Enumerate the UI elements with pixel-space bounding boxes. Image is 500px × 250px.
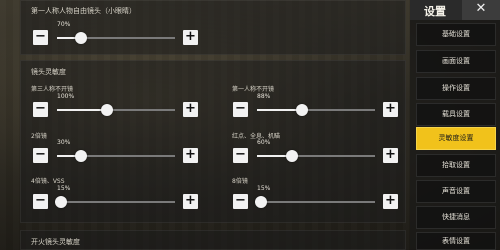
decrease-button[interactable]: − xyxy=(33,148,48,163)
slider-track[interactable] xyxy=(57,150,175,162)
sidebar-item-sensitivity[interactable]: 灵敏度设置 xyxy=(416,127,496,150)
settings-title: 设置 xyxy=(424,5,446,18)
free-look-panel: 第一人称人物自由镜头（小眼睛） − 70% + xyxy=(20,0,406,55)
slider-fill xyxy=(57,109,107,111)
row-label-red-dot: 红点、全息、机瞄 xyxy=(232,133,281,140)
sidebar-item-quick-messages[interactable]: 快捷消息 xyxy=(416,206,496,229)
increase-button[interactable]: + xyxy=(183,30,198,45)
slider-value: 70% xyxy=(57,21,71,28)
4x-scope-slider[interactable]: − 15% + xyxy=(33,185,201,212)
slider-value: 15% xyxy=(257,185,271,192)
slider-handle[interactable] xyxy=(74,32,87,44)
slider-handle[interactable] xyxy=(295,104,308,116)
sidebar-item-basic[interactable]: 基础设置 xyxy=(416,23,496,46)
slider-handle[interactable] xyxy=(100,104,113,116)
slider-handle[interactable] xyxy=(286,150,299,162)
increase-button[interactable]: + xyxy=(383,148,398,163)
increase-button[interactable]: + xyxy=(383,194,398,209)
decrease-button[interactable]: − xyxy=(33,30,48,45)
increase-button[interactable]: + xyxy=(383,102,398,117)
fire-sensitivity-panel: 开火镜头灵敏度 xyxy=(20,230,406,250)
slider-value: 30% xyxy=(57,139,71,146)
row-label-2x-scope: 2倍镜 xyxy=(31,133,47,140)
third-person-slider[interactable]: − 100% + xyxy=(33,93,201,120)
increase-button[interactable]: + xyxy=(183,194,198,209)
decrease-button[interactable]: − xyxy=(233,102,248,117)
slider-track[interactable] xyxy=(257,104,375,116)
decrease-button[interactable]: − xyxy=(33,194,48,209)
slider-value: 100% xyxy=(57,93,75,100)
slider-track[interactable] xyxy=(257,150,375,162)
slider-value: 15% xyxy=(57,185,71,192)
slider-track[interactable] xyxy=(254,196,375,208)
slider-handle[interactable] xyxy=(54,196,67,208)
sidebar-item-graphics[interactable]: 画面设置 xyxy=(416,50,496,73)
camera-sensitivity-title: 镜头灵敏度 xyxy=(31,68,66,76)
slider-value: 88% xyxy=(257,93,271,100)
camera-sensitivity-panel: 镜头灵敏度 第三人称不开镜 第一人称不开镜 − 100% + − 88% + 2… xyxy=(20,60,406,223)
sidebar-item-sound[interactable]: 声音设置 xyxy=(416,180,496,203)
decrease-button[interactable]: − xyxy=(233,194,248,209)
free-look-title: 第一人称人物自由镜头（小眼睛） xyxy=(31,7,136,15)
2x-scope-slider[interactable]: − 30% + xyxy=(33,139,201,166)
row-label-8x-scope: 8倍镜 xyxy=(232,178,248,185)
sidebar-item-pickup[interactable]: 拾取设置 xyxy=(416,154,496,177)
decrease-button[interactable]: − xyxy=(33,102,48,117)
sidebar-item-vehicle[interactable]: 载具设置 xyxy=(416,103,496,126)
row-label-first-person: 第一人称不开镜 xyxy=(232,86,275,93)
sidebar-item-controls[interactable]: 操作设置 xyxy=(416,77,496,100)
decrease-button[interactable]: − xyxy=(233,148,248,163)
slider-track[interactable] xyxy=(54,196,175,208)
increase-button[interactable]: + xyxy=(183,148,198,163)
close-icon[interactable]: ✕ xyxy=(462,0,500,20)
first-person-slider[interactable]: − 88% + xyxy=(233,93,401,120)
slider-handle[interactable] xyxy=(254,196,267,208)
increase-button[interactable]: + xyxy=(183,102,198,117)
slider-value: 60% xyxy=(257,139,271,146)
fire-sensitivity-title: 开火镜头灵敏度 xyxy=(31,238,80,246)
8x-scope-slider[interactable]: − 15% + xyxy=(233,185,401,212)
row-label-4x-scope: 4倍镜、VSS xyxy=(31,178,65,185)
row-label-third-person: 第三人称不开镜 xyxy=(31,86,74,93)
red-dot-slider[interactable]: − 60% + xyxy=(233,139,401,166)
slider-track[interactable] xyxy=(57,104,175,116)
slider-handle[interactable] xyxy=(74,150,87,162)
slider-track[interactable] xyxy=(57,32,175,44)
sidebar-item-emotes[interactable]: 表情设置 xyxy=(416,232,496,250)
free-look-slider[interactable]: − 70% + xyxy=(33,21,201,48)
